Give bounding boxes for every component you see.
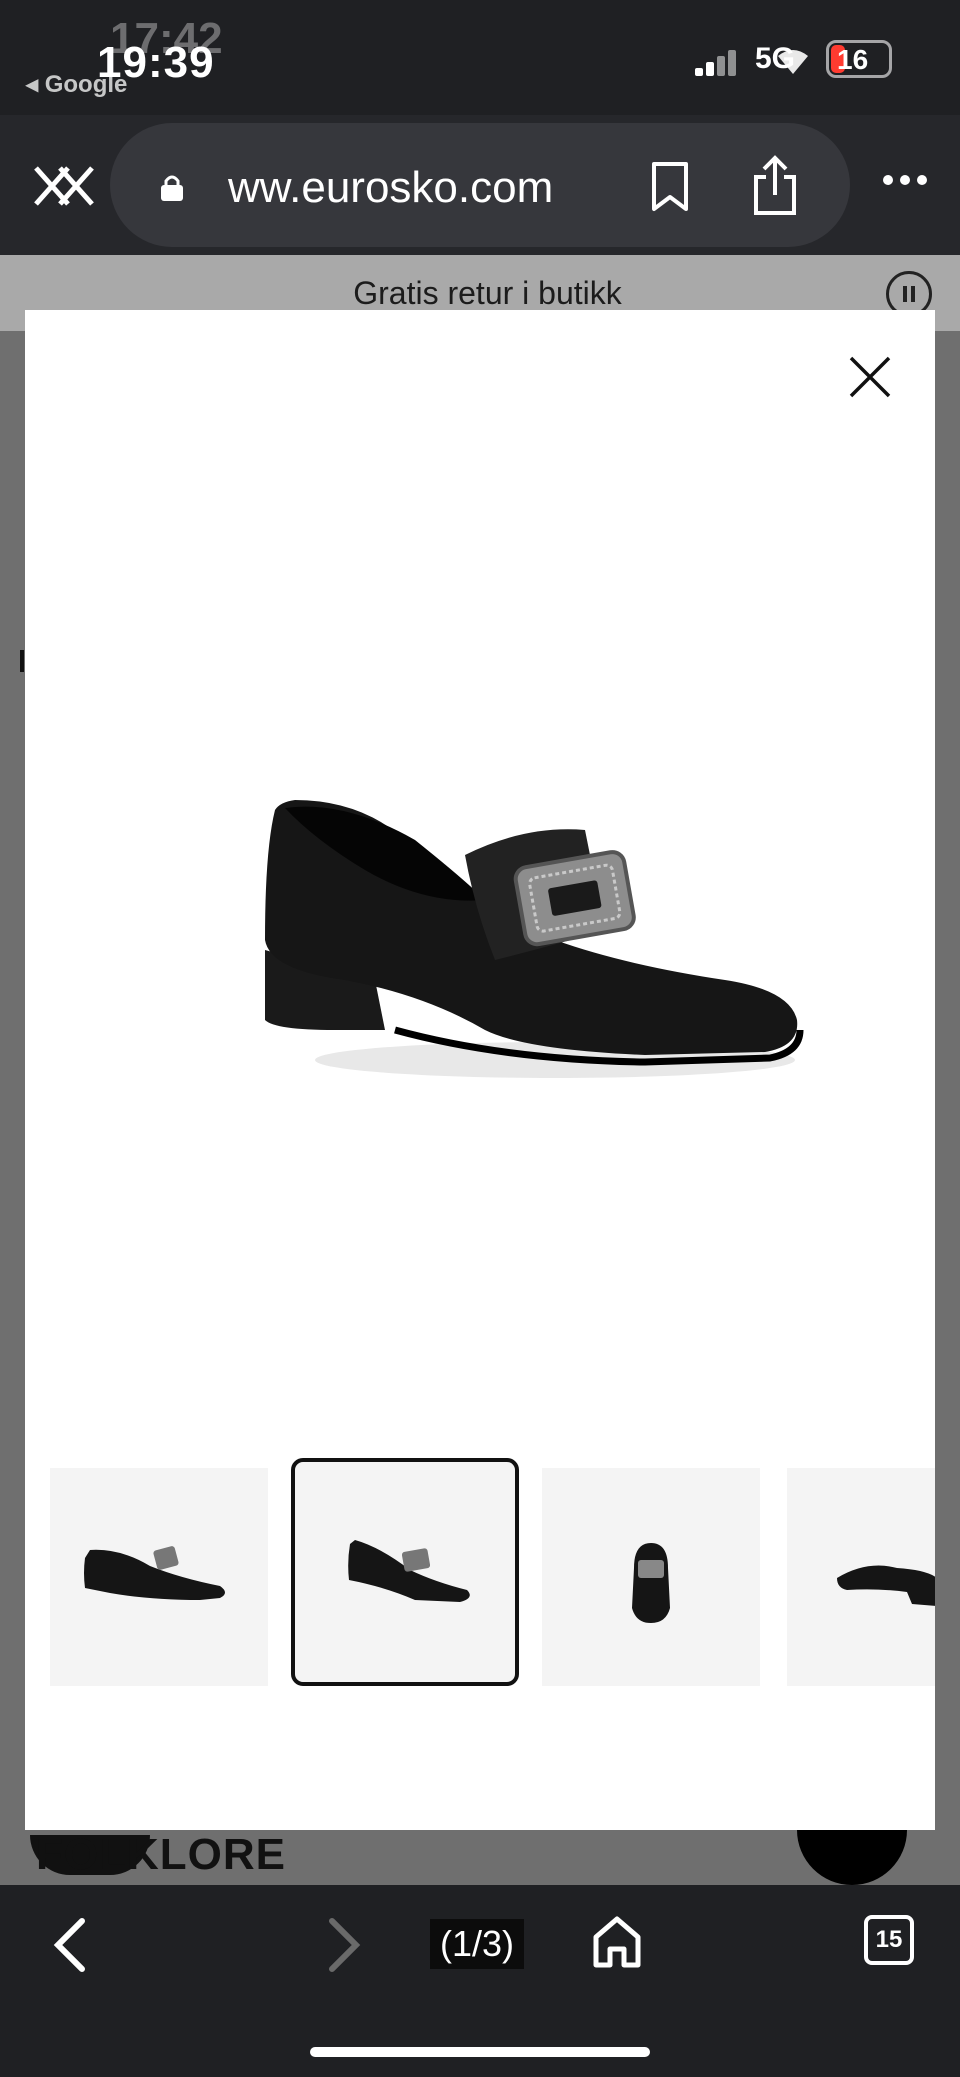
share-icon[interactable] xyxy=(750,155,800,217)
thumbnail-1-shoe xyxy=(84,1546,225,1600)
browser-toolbar: (1/3) 15 xyxy=(0,1885,960,2077)
promo-text: Gratis retur i butikk xyxy=(353,275,622,311)
lock-icon xyxy=(161,175,183,201)
browser-address-bar: ww.eurosko.com xyxy=(0,115,960,255)
more-icon[interactable] xyxy=(880,170,930,190)
thumbnail-strip xyxy=(25,1458,935,1693)
tabs-button[interactable]: 15 xyxy=(864,1915,914,1965)
brand-label: FOLKLORE xyxy=(36,1830,286,1879)
close-tabs-icon[interactable] xyxy=(30,160,100,212)
thumbnail-4[interactable] xyxy=(787,1468,935,1686)
bookmark-icon[interactable] xyxy=(650,161,690,213)
thumbnail-1[interactable] xyxy=(50,1468,268,1686)
image-lightbox xyxy=(25,310,935,1830)
wifi-icon xyxy=(778,50,808,74)
side-marker xyxy=(20,650,24,672)
thumbnail-4-shoe xyxy=(837,1565,935,1606)
back-icon[interactable] xyxy=(46,1915,96,1975)
battery-level: 16 xyxy=(837,44,869,75)
image-counter: (1/3) xyxy=(430,1919,525,1969)
thumbnail-2-shoe xyxy=(348,1540,470,1602)
url-text: ww.eurosko.com xyxy=(228,163,554,212)
thumbnail-3[interactable] xyxy=(542,1468,760,1686)
home-icon[interactable] xyxy=(590,1913,644,1969)
cell-signal-icon xyxy=(695,48,745,76)
thumbnail-2[interactable] xyxy=(291,1458,519,1686)
url-field[interactable]: ww.eurosko.com xyxy=(110,123,850,247)
thumbnail-3-shoe xyxy=(632,1543,670,1623)
battery-icon: 16 xyxy=(826,40,892,78)
back-to-app-link[interactable]: ◂ Google xyxy=(26,70,127,99)
forward-icon[interactable] xyxy=(318,1915,368,1975)
close-icon[interactable] xyxy=(845,352,895,402)
product-image-shoe xyxy=(265,800,804,1078)
status-bar: 17:42 19:39 ◂ Google 5G 16 xyxy=(0,0,960,115)
home-indicator[interactable] xyxy=(310,2047,650,2057)
